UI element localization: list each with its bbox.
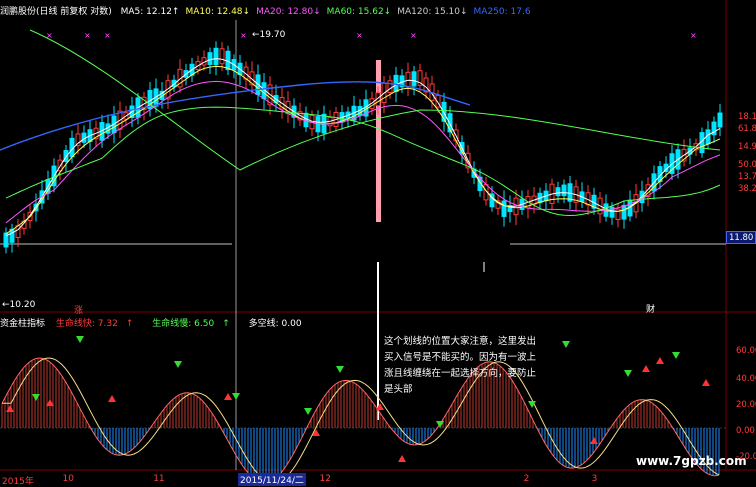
buy-signal-icon [336, 366, 344, 373]
cross-marker-icon: × [84, 31, 91, 40]
current-price-tag: 11.80 [726, 231, 756, 244]
watermark: www.7gpzb.com [636, 454, 747, 468]
indicator-axis-label: 40.00 [736, 374, 756, 384]
time-axis-label: 12 [319, 474, 331, 484]
ma-legend-item: MA120: 15.10↓ [397, 7, 468, 17]
ma20-line [5, 80, 721, 224]
annotation-line: 这个划线的位置大家注意，这里发出 [384, 336, 537, 347]
lifeline-fast-line [1, 357, 720, 484]
indicator-axis-label: 60.00 [736, 346, 756, 356]
candle-body [315, 116, 321, 133]
sell-signal-icon [224, 393, 232, 400]
time-axis-label: 10 [62, 474, 74, 484]
sell-signal-icon [702, 379, 710, 386]
sell-signal-icon [108, 395, 116, 402]
time-axis-label: 11 [153, 474, 165, 484]
cai-marker: 财 [646, 305, 656, 315]
lifeline-slow-label: 生命线慢: 6.50 ↑ [152, 319, 230, 329]
low-price-label: ←10.20 [2, 300, 36, 310]
indicator-axis-label: 0.00 [736, 426, 755, 436]
candle-body [501, 200, 507, 217]
candle-body [387, 80, 393, 94]
price-axis-label: 14.9 [738, 142, 756, 152]
price-axis-label: 50.0 [738, 160, 756, 170]
candle-body [411, 71, 417, 87]
candle-body [561, 184, 567, 197]
ma-legend: 润鹏股份(日线 前复权 对数) MA5: 12.12↑ MA10: 12.48↓ M… [0, 4, 543, 17]
sell-signal-icon [642, 365, 650, 372]
sell-signal-icon [398, 455, 406, 462]
cross-marker-icon: × [410, 31, 417, 40]
ma-legend-item: MA5: 12.12↑ [120, 7, 180, 17]
lifeline-fast-label: 生命线快: 7.32 ↑ [55, 319, 134, 329]
buy-signal-icon [232, 393, 240, 400]
sell-signal-icon [6, 405, 14, 412]
cross-marker-icon: × [356, 31, 363, 40]
time-axis-label: 2015年 [2, 477, 34, 487]
price-axis-label: 18.1 [738, 112, 756, 122]
buy-signal-icon [624, 370, 632, 377]
candle-body [555, 187, 561, 197]
cross-marker-icon: × [46, 31, 53, 40]
stock-chart-window: × × × × × × × 润鹏股份(日线 前复权 对数) MA5: 12.12↑ MA10:… [0, 0, 756, 487]
candle-body [207, 52, 213, 65]
ma-legend-item: MA250: 17.6 [473, 7, 531, 17]
ma-legend-item: MA60: 15.62↓ [326, 7, 392, 17]
annotation-text: 这个划线的位置大家注意，这里发出 买入信号是不能买的。因为有一波上 涨且线缠绕在… [384, 334, 566, 398]
indicator-name: 资金柱指标 [0, 319, 46, 329]
annotation-line: 是头部 [384, 384, 413, 395]
zhang-marker: 涨 [74, 306, 84, 316]
ma-legend-item: MA20: 12.80↓ [256, 7, 321, 17]
buy-signal-icon [672, 352, 680, 359]
chart-canvas[interactable]: × × × × × × × [0, 0, 756, 487]
high-price-label: ←19.70 [252, 30, 286, 40]
indicator-axis-label: 20.00 [736, 400, 756, 410]
cursor-date-label: 2015/11/24/二 [238, 473, 306, 486]
indicator-axis-label: -20.0 [736, 452, 756, 462]
time-axis-label: 2 [523, 474, 530, 484]
cross-marker-icon: × [240, 31, 247, 40]
indicator-legend: 资金柱指标 生命线快: 7.32 ↑ 生命线慢: 6.50 ↑ 多空线: 0.00 [0, 316, 310, 329]
price-axis-label: 61.8% [738, 124, 756, 134]
cross-marker-icon: × [104, 31, 111, 40]
lifeline-slow-line [2, 357, 720, 484]
candle-body [213, 47, 219, 66]
sell-signal-icon [656, 357, 664, 364]
candle-body [219, 48, 225, 65]
buy-signal-icon [304, 408, 312, 415]
signal-pink-bar [376, 60, 381, 222]
stock-title: 润鹏股份(日线 前复权 对数) [0, 7, 112, 17]
long-short-label: 多空线: 0.00 [248, 319, 302, 329]
cross-marker-icon: × [690, 31, 697, 40]
time-axis-label: 3 [591, 474, 598, 484]
candle-body [717, 112, 723, 128]
price-axis-label: 13.7 [738, 172, 756, 182]
price-axis-label: 38.2% [738, 184, 756, 194]
annotation-line: 涨且线缠绕在一起选择方向，要防止 [384, 368, 537, 379]
ma-items: MA5: 12.12↑ MA10: 12.48↓ MA20: 12.80↓ MA60:… [121, 7, 537, 17]
candle-body [405, 71, 411, 88]
annotation-line: 买入信号是不能买的。因为有一波上 [384, 352, 537, 363]
ma-legend-item: MA10: 12.48↓ [185, 7, 251, 17]
buy-signal-icon [174, 361, 182, 368]
buy-signal-icon [76, 336, 84, 343]
candle-body [621, 204, 627, 220]
sell-signal-icon [590, 437, 598, 444]
buy-signal-icon [32, 394, 40, 401]
